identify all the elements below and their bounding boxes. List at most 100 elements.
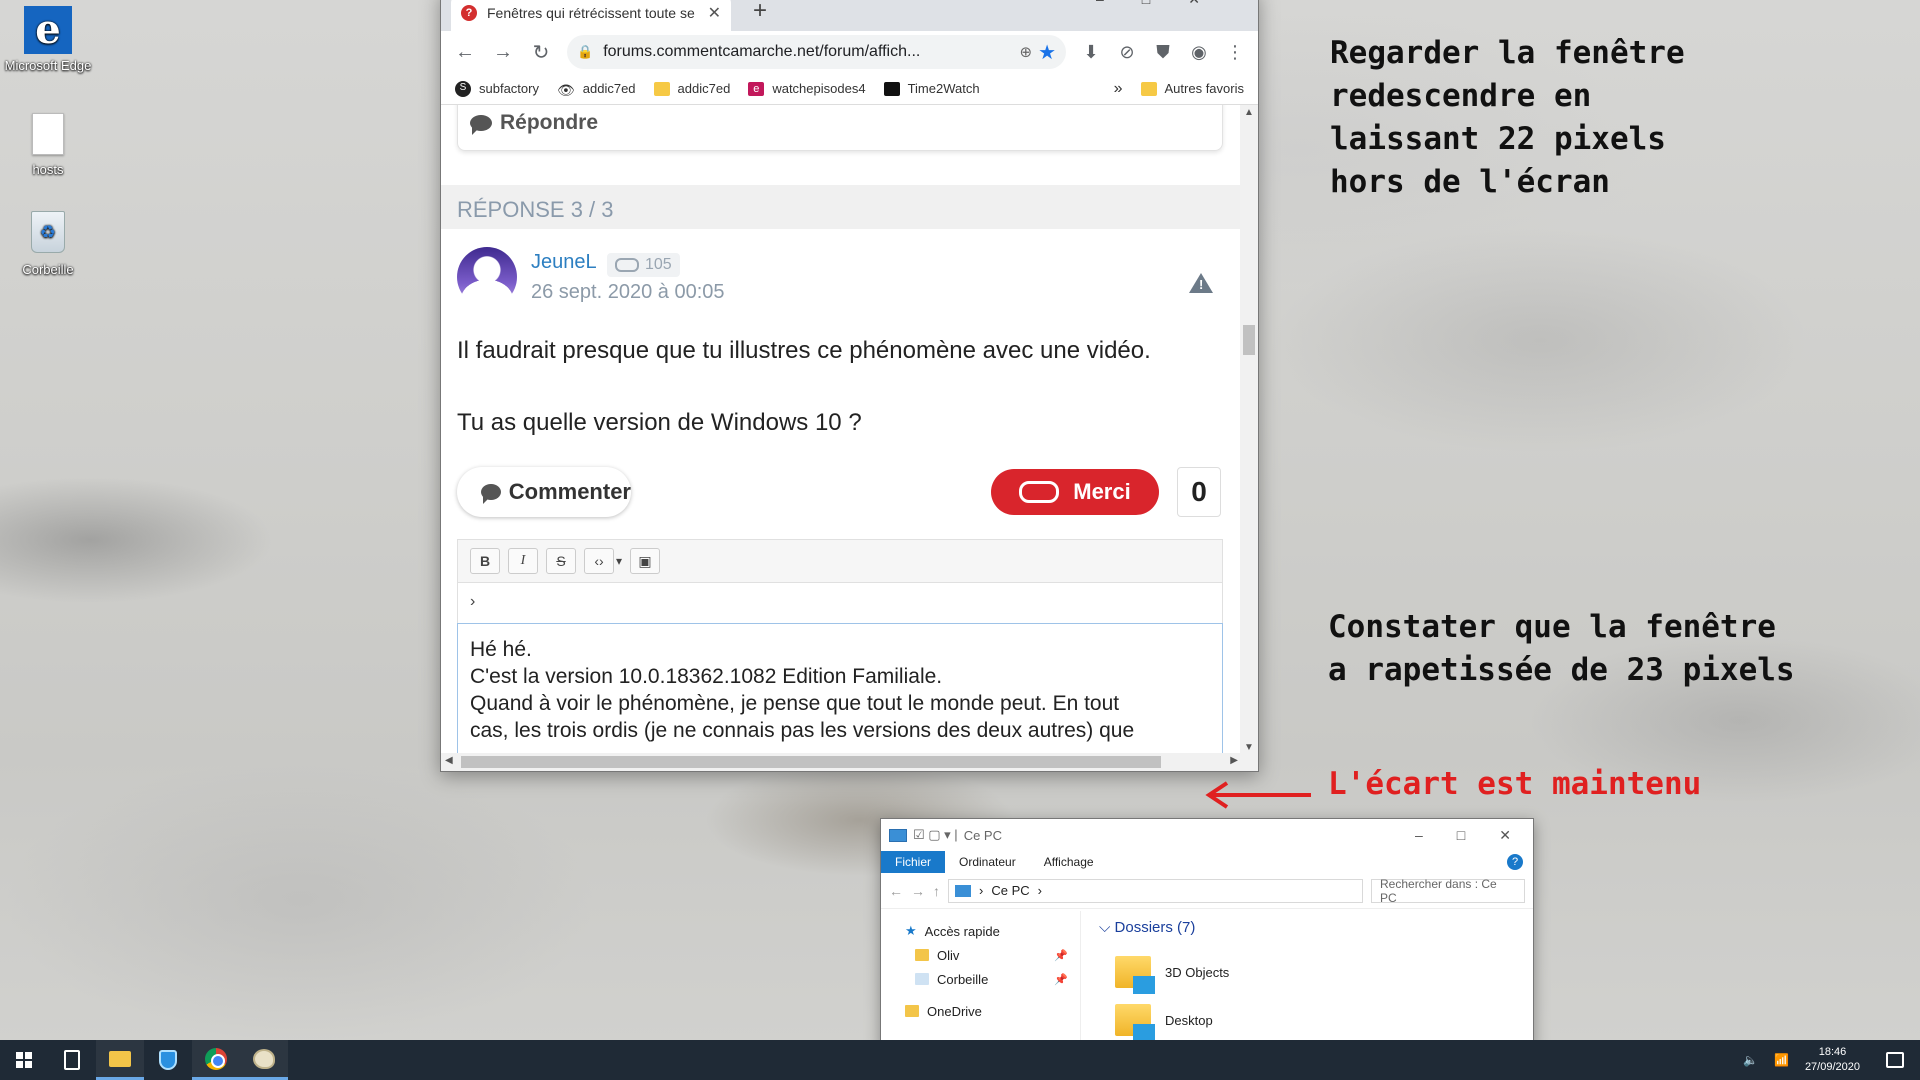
reload-icon[interactable]: ↻: [525, 40, 557, 65]
bookmark-other[interactable]: Autres favoris: [1140, 81, 1244, 96]
menu-icon[interactable]: ⋮: [1220, 37, 1250, 67]
reputation-badge: 105: [607, 253, 680, 277]
vertical-scrollbar[interactable]: ▲ ▼: [1240, 105, 1258, 755]
scroll-thumb[interactable]: [1243, 325, 1255, 355]
annotation-gap: L'écart est maintenu: [1328, 766, 1702, 802]
reply-textarea[interactable]: Hé hé. C'est la version 10.0.18362.1082 …: [457, 623, 1223, 755]
search-input[interactable]: Rechercher dans : Ce PC: [1371, 877, 1525, 905]
breadcrumb[interactable]: › Ce PC ›: [948, 878, 1363, 903]
nav-onedrive[interactable]: OneDrive: [905, 999, 1080, 1023]
back-icon[interactable]: ←: [449, 41, 481, 64]
strikethrough-button[interactable]: S: [546, 548, 576, 574]
folder-icon: [915, 949, 929, 961]
ribbon-tabs: Fichier Ordinateur Affichage ?: [881, 851, 1533, 873]
ublock-icon[interactable]: ⛊: [1148, 37, 1178, 67]
scroll-up-icon[interactable]: ▲: [1244, 107, 1254, 118]
editor-toolbar: B I S ‹› ▾ ▣: [457, 539, 1223, 583]
taskbar-paint[interactable]: [240, 1040, 288, 1080]
back-icon[interactable]: ←: [889, 883, 903, 899]
start-button[interactable]: [0, 1040, 48, 1080]
notification-icon[interactable]: [1886, 1052, 1904, 1068]
tab-affichage[interactable]: Affichage: [1030, 851, 1108, 873]
forward-icon[interactable]: →: [487, 41, 519, 64]
text-line: cas, les trois ordis (je ne connais pas …: [470, 719, 1135, 742]
close-tab-icon[interactable]: ✕: [708, 3, 721, 23]
taskbar-security[interactable]: [144, 1040, 192, 1080]
scroll-right-icon[interactable]: ▶: [1230, 755, 1238, 766]
breadcrumb-item[interactable]: Ce PC: [991, 883, 1029, 898]
thanks-button[interactable]: Merci: [991, 469, 1159, 515]
block-icon[interactable]: ⊘: [1112, 37, 1142, 67]
arrow-icon: [1205, 781, 1311, 809]
bookmark-star-icon[interactable]: ★: [1038, 40, 1056, 65]
report-warning-icon[interactable]: [1189, 273, 1213, 293]
bookmark-subfactory[interactable]: Ssubfactory: [455, 80, 539, 97]
bookmark-time2watch[interactable]: Time2Watch: [883, 81, 980, 96]
image-button[interactable]: ▣: [630, 548, 661, 574]
folder-item[interactable]: 3D Objects: [1099, 944, 1525, 1000]
scroll-left-icon[interactable]: ◀: [445, 755, 453, 766]
profile-icon[interactable]: ◉: [1184, 37, 1214, 67]
taskbar-calculator[interactable]: [48, 1040, 96, 1080]
help-icon[interactable]: ?: [1507, 854, 1523, 870]
calculator-icon: [64, 1050, 80, 1070]
tab-title: Fenêtres qui rétrécissent toute se: [487, 5, 695, 21]
window-controls[interactable]: –□✕: [1415, 827, 1525, 844]
tab-ordinateur[interactable]: Ordinateur: [945, 851, 1030, 873]
bookmark-addic7ed-1[interactable]: 👁 addic7ed: [557, 81, 636, 98]
page-viewport: Répondre RÉPONSE 3 / 3 JeuneL 105 26 sep…: [441, 105, 1241, 755]
window-controls[interactable]: –□✕: [1096, 0, 1238, 8]
desktop-icon-edge[interactable]: e Microsoft Edge: [0, 6, 96, 73]
horizontal-scrollbar[interactable]: ◀ ▶: [441, 753, 1258, 771]
bold-button[interactable]: B: [470, 548, 500, 574]
author-name[interactable]: JeuneL: [531, 251, 597, 274]
bookmark-addic7ed-2[interactable]: addic7ed: [653, 81, 730, 96]
network-icon[interactable]: 📶: [1774, 1053, 1789, 1067]
bookmarks-overflow-button[interactable]: »: [1114, 80, 1123, 98]
folder-icon: [653, 81, 670, 96]
desktop-icon-label: Microsoft Edge: [4, 58, 92, 73]
security-icon: [159, 1050, 177, 1070]
reply-button[interactable]: Répondre: [457, 105, 1223, 151]
download-icon[interactable]: ⬇: [1076, 37, 1106, 67]
comment-button[interactable]: Commenter: [457, 467, 631, 517]
up-icon[interactable]: ↑: [933, 883, 940, 899]
nav-quick-access[interactable]: ★ Accès rapide: [905, 919, 1080, 943]
taskbar-chrome[interactable]: [192, 1040, 240, 1080]
chrome-icon: [205, 1047, 227, 1070]
taskbar-file-explorer[interactable]: [96, 1040, 144, 1080]
text-line: Quand à voir le phénomène, je pense que …: [470, 692, 1120, 715]
file-explorer-window: ☑ ▢ ▾ | Ce PC – □ ✕ Fichier Ordinateur Aff…: [880, 818, 1534, 1048]
nav-item-oliv[interactable]: Oliv 📌: [905, 943, 1080, 967]
avatar[interactable]: [457, 247, 517, 307]
group-header[interactable]: ⌵ Dossiers (7): [1099, 919, 1525, 936]
desktop-icon-label: hosts: [32, 162, 64, 177]
code-dropdown-icon[interactable]: ▾: [616, 554, 622, 568]
forward-icon[interactable]: →: [911, 883, 925, 899]
recycle-bin-icon: [915, 973, 929, 985]
window-title: Ce PC: [963, 827, 1002, 843]
folder-item[interactable]: Desktop: [1099, 1000, 1525, 1042]
scroll-down-icon[interactable]: ▼: [1244, 742, 1254, 753]
desktop-icon-hosts[interactable]: hosts: [0, 110, 96, 177]
nav-item-corbeille[interactable]: Corbeille 📌: [905, 967, 1080, 991]
quick-access-toolbar-icon[interactable]: ☑ ▢ ▾ |: [913, 827, 958, 843]
annotation-top: Regarder la fenêtre redescendre en laiss…: [1330, 35, 1685, 200]
translate-icon[interactable]: ⊕: [1019, 43, 1032, 61]
clock[interactable]: 18:46 27/09/2020: [1805, 1045, 1860, 1075]
scroll-thumb[interactable]: [461, 756, 1161, 768]
tab-fichier[interactable]: Fichier: [881, 851, 946, 873]
handshake-icon: [615, 258, 639, 272]
bookmark-watchepisodes4[interactable]: e watchepisodes4: [748, 81, 866, 96]
file-icon: [32, 113, 64, 155]
tab-active[interactable]: ? Fenêtres qui rétrécissent toute se ✕: [451, 0, 731, 31]
address-bar[interactable]: 🔒 forums.commentcamarche.net/forum/affic…: [567, 35, 1066, 69]
volume-icon[interactable]: 🔈: [1743, 1053, 1758, 1067]
subfactory-icon: S: [455, 80, 471, 97]
new-tab-button[interactable]: +: [753, 0, 767, 25]
desktop-icon-recycle-bin[interactable]: ♻ Corbeille: [0, 210, 96, 277]
italic-button[interactable]: I: [508, 548, 538, 574]
code-button[interactable]: ‹›: [584, 548, 614, 574]
explorer-titlebar: ☑ ▢ ▾ | Ce PC – □ ✕: [881, 819, 1533, 851]
folder-icon: [1140, 81, 1157, 96]
